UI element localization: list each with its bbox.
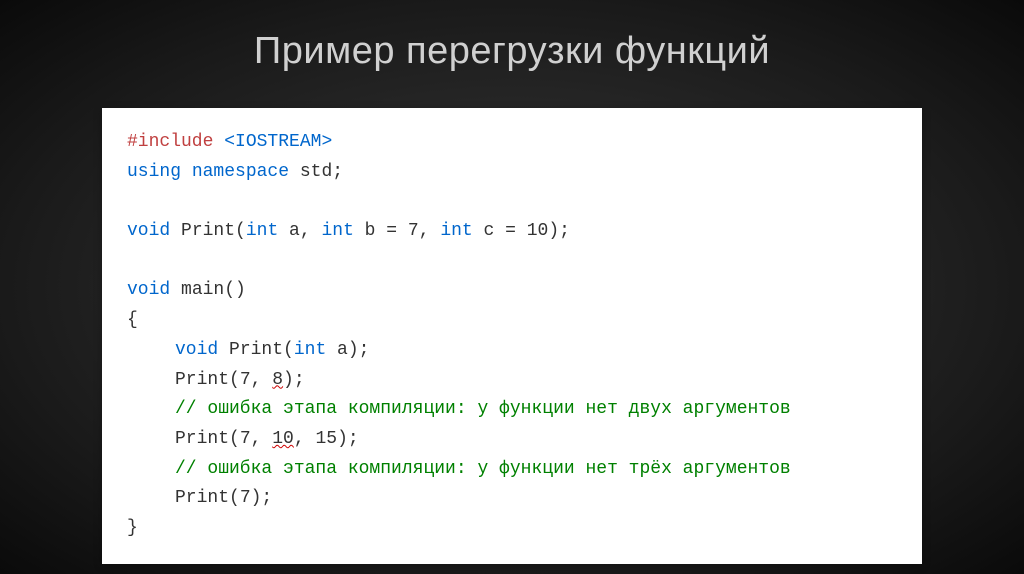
comment-text: ошибка этапа компиляции: у функции нет т… <box>207 459 790 479</box>
code-line: using namespace std; <box>127 158 897 188</box>
code-line-comment: // ошибка этапа компиляции: у функции не… <box>127 395 897 425</box>
code-line: void Print(int a, int b = 7, int c = 10)… <box>127 217 897 247</box>
paren-close: ) <box>548 221 559 241</box>
void-kw: void <box>127 280 170 300</box>
code-line: Print(7); <box>127 484 897 514</box>
num-7: 7 <box>240 429 251 449</box>
num-8-error: 8 <box>272 370 283 390</box>
void-kw: void <box>127 221 170 241</box>
int-kw: int <box>440 221 472 241</box>
paren-open: ( <box>283 340 294 360</box>
comma: , <box>419 221 441 241</box>
comment-text: ошибка этапа компиляции: у функции нет д… <box>207 399 790 419</box>
num-10: 10 <box>527 221 549 241</box>
comment-prefix: // <box>175 459 207 479</box>
using-kw: using <box>127 162 181 182</box>
code-line: { <box>127 306 897 336</box>
parens: () <box>224 280 246 300</box>
brace-close: } <box>127 518 138 538</box>
comment-prefix: // <box>175 399 207 419</box>
code-line-comment: // ошибка этапа компиляции: у функции не… <box>127 455 897 485</box>
std-name: std <box>300 162 332 182</box>
func-print: Print <box>218 340 283 360</box>
comma: , <box>251 429 273 449</box>
code-line: #include <IOSTREAM> <box>127 128 897 158</box>
num-15: 15 <box>315 429 337 449</box>
param-b: b = <box>354 221 408 241</box>
int-kw: int <box>294 340 326 360</box>
param-a: a <box>326 340 348 360</box>
num-10-error: 10 <box>272 429 294 449</box>
num-7: 7 <box>240 488 251 508</box>
include-header: <IOSTREAM> <box>213 132 332 152</box>
func-main: main <box>170 280 224 300</box>
param-c: c = <box>473 221 527 241</box>
code-line: } <box>127 514 897 544</box>
param-a: a, <box>278 221 321 241</box>
call-post: ); <box>337 429 359 449</box>
int-kw: int <box>321 221 353 241</box>
semicolon: ; <box>359 340 370 360</box>
call-text: Print( <box>175 370 240 390</box>
void-kw: void <box>175 340 218 360</box>
call-post: ); <box>283 370 305 390</box>
code-line: void Print(int a); <box>127 336 897 366</box>
num-7: 7 <box>240 370 251 390</box>
include-directive: #include <box>127 132 213 152</box>
call-post: ); <box>251 488 273 508</box>
num-7: 7 <box>408 221 419 241</box>
code-line: Print(7, 8); <box>127 366 897 396</box>
blank-line <box>127 187 897 217</box>
call-text: Print( <box>175 488 240 508</box>
namespace-kw: namespace <box>181 162 300 182</box>
paren-open: ( <box>235 221 246 241</box>
semicolon: ; <box>559 221 570 241</box>
code-line: Print(7, 10, 15); <box>127 425 897 455</box>
brace-open: { <box>127 310 138 330</box>
slide-container: Пример перегрузки функций #include <IOST… <box>0 0 1024 574</box>
comma: , <box>294 429 316 449</box>
blank-line <box>127 247 897 277</box>
code-line: void main() <box>127 276 897 306</box>
semicolon: ; <box>332 162 343 182</box>
func-print: Print <box>170 221 235 241</box>
int-kw: int <box>246 221 278 241</box>
paren-close: ) <box>348 340 359 360</box>
comma: , <box>251 370 273 390</box>
slide-title: Пример перегрузки функций <box>254 30 770 73</box>
call-text: Print( <box>175 429 240 449</box>
code-block: #include <IOSTREAM> using namespace std;… <box>102 108 922 564</box>
